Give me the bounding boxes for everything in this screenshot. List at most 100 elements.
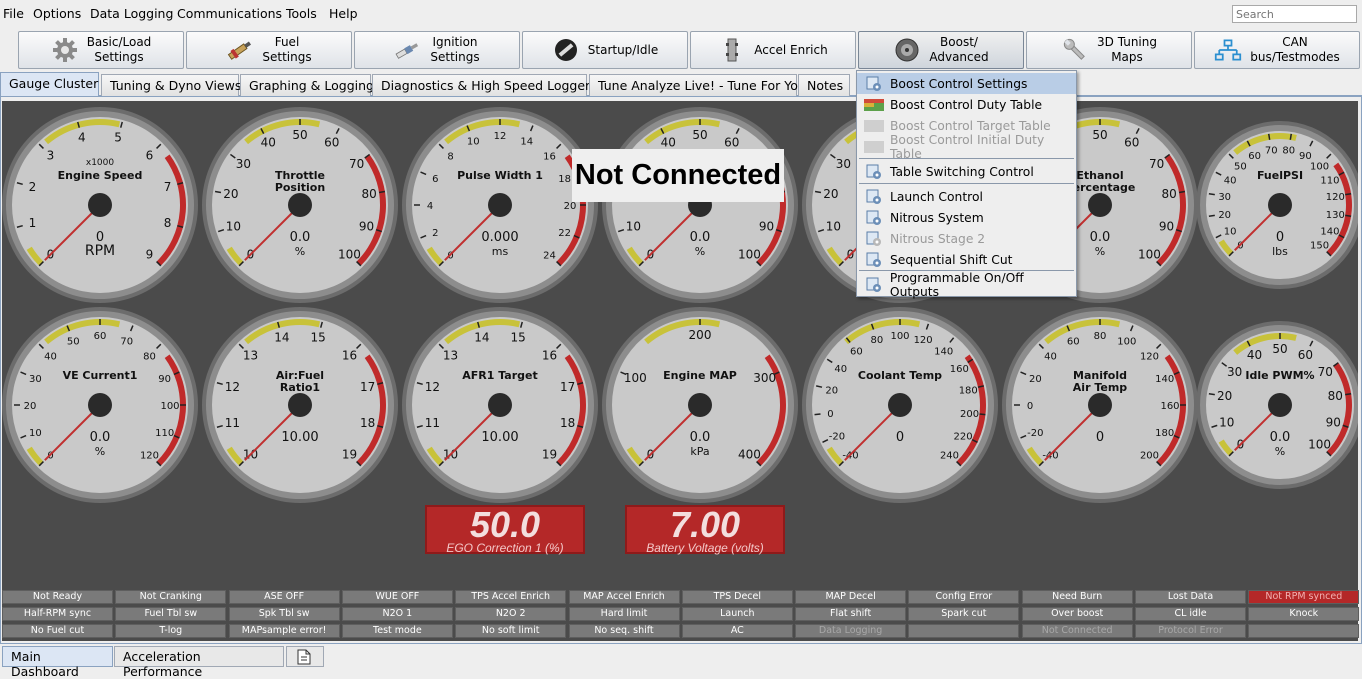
tab-acceleration-performance[interactable]: Acceleration Performance (114, 646, 284, 679)
gauge-tick-label: 120 (914, 335, 933, 346)
table-icon (864, 140, 884, 154)
new-tab-button[interactable] (286, 646, 324, 667)
status-indicator: MAP Accel Enrich (568, 590, 680, 604)
tab-main-dashboard[interactable]: Main Dashboard (2, 646, 113, 679)
gauge-tick-label: 240 (940, 450, 959, 461)
can-bus-testmodes-button[interactable]: CAN bus/Testmodes (1194, 31, 1360, 69)
gauge-tick-label: 0 (827, 409, 833, 420)
battery-voltage-value: 7.00 (669, 504, 741, 545)
startup-idle-button[interactable]: Startup/Idle (522, 31, 688, 69)
gauge-tick-label: 90 (759, 220, 774, 234)
toolbar-label-1: Ignition (432, 35, 478, 49)
gauge-value: 0 (1096, 430, 1104, 445)
gauge-hub (288, 193, 312, 217)
boost-menu-item[interactable]: Programmable On/Off Outputs (857, 271, 1076, 299)
status-indicator: Fuel Tbl sw (115, 607, 227, 621)
tab-tuning-dyno-views[interactable]: Tuning & Dyno Views (101, 74, 241, 96)
menu-communications[interactable]: Communications (177, 6, 282, 21)
basic-load-settings-button[interactable]: Basic/Load Settings (18, 31, 184, 69)
status-indicator: Lost Data (1135, 590, 1246, 604)
ignition-settings-button[interactable]: Ignition Settings (354, 31, 520, 69)
gauge-tick-label: 120 (140, 450, 159, 461)
toolbar-label-1: Fuel (274, 35, 300, 49)
tab-graphing-logging[interactable]: Graphing & Logging (240, 74, 374, 96)
gauge-tick-label: 40 (1224, 176, 1237, 187)
ego-correction-label: EGO Correction 1 (%) (446, 541, 564, 555)
status-indicator: CL idle (1135, 607, 1246, 621)
gauge: 0100200300400Engine MAP0.0kPa (602, 307, 798, 503)
gauge-tick-label: 60 (1124, 136, 1139, 150)
settings-icon (864, 76, 884, 91)
gauge-title: FuelPSI (1257, 169, 1303, 182)
gauge-tick-label: 200 (1140, 450, 1159, 461)
gauge: 0102030405060708090100Idle PWM%0.0% (1196, 321, 1358, 489)
gauge-unit: ms (492, 245, 509, 258)
boost-menu-item[interactable]: Sequential Shift Cut (857, 249, 1076, 270)
gauge-tick-label: 100 (1117, 336, 1136, 347)
settings-icon (864, 277, 884, 292)
toolbar-label-2: Maps (1111, 50, 1143, 64)
gauge-tick-label: 20 (825, 385, 838, 396)
gauge-tick-label: 140 (1155, 374, 1174, 385)
gauge-title: Engine Speed (58, 169, 143, 182)
menu-help[interactable]: Help (329, 6, 358, 21)
gauge-tick (1178, 190, 1186, 194)
gauge-title: VE Current1 (63, 369, 138, 382)
menu-options[interactable]: Options (33, 6, 81, 21)
gauge-tick-label: 160 (950, 364, 969, 375)
gauge-tick-label: 100 (160, 401, 179, 412)
gauge-tick-label: 130 (1326, 210, 1345, 221)
gauge-value: 0.0 (1090, 230, 1111, 245)
status-indicator: AC (681, 624, 793, 638)
tab-tune-analyze-live[interactable]: Tune Analyze Live! - Tune For You (589, 74, 806, 96)
toolbar-label-2: Advanced (929, 50, 989, 64)
boost-menu-item[interactable]: Launch Control (857, 186, 1076, 207)
toolbar-label-2: Settings (262, 50, 312, 64)
gauge-hub (288, 393, 312, 417)
gauge-tick-label: 22 (558, 228, 571, 239)
gauge-tick (378, 190, 386, 194)
gauge-tick-label: 60 (850, 346, 863, 357)
boost-menu-item[interactable]: Boost Control Settings (857, 73, 1076, 94)
boost-menu-label: Nitrous Stage 2 (890, 231, 986, 246)
boost-menu-item[interactable]: Boost Control Duty Table (857, 94, 1076, 115)
gauge-tick-label: 13 (443, 349, 458, 363)
gauge-tick-label: 10 (226, 220, 241, 234)
table-icon (864, 98, 884, 112)
battery-voltage-readout: 7.00 Battery Voltage (volts) (625, 505, 785, 554)
gauge-tick-label: 17 (560, 380, 575, 394)
gauge-tick-label: 2 (29, 180, 37, 194)
gauge-tick-label: 4 (427, 201, 433, 212)
gauge-tick (979, 413, 986, 416)
boost-advanced-button[interactable]: Boost/Advanced (858, 31, 1024, 69)
status-indicator: Hard limit (568, 607, 680, 621)
gauge-tick (214, 190, 222, 194)
gauge-tick (814, 190, 822, 194)
gauge-tick-label: 12 (225, 380, 240, 394)
tab-diagnostics[interactable]: Diagnostics & High Speed Loggers (372, 74, 597, 96)
gauge-tick-label: 100 (624, 371, 647, 385)
status-indicator: WUE OFF (341, 590, 453, 604)
3d-tuning-maps-button[interactable]: 3D Tuning Maps (1026, 31, 1192, 69)
search-input[interactable] (1232, 5, 1357, 23)
boost-menu-label: Boost Control Duty Table (890, 97, 1043, 112)
menu-data-logging[interactable]: Data Logging (90, 6, 173, 21)
boost-menu-item[interactable]: Nitrous System (857, 207, 1076, 228)
accel-enrich-button[interactable]: Accel Enrich (690, 31, 856, 69)
menu-tools[interactable]: Tools (286, 6, 317, 21)
gauge-tick-label: 300 (753, 371, 776, 385)
boost-menu-item[interactable]: Table Switching Control (857, 161, 1076, 182)
status-indicator: Config Error (908, 590, 1020, 604)
gauge-value: 0.000 (481, 230, 518, 245)
gauge-tick-label: 110 (155, 428, 174, 439)
boost-menu-item: Nitrous Stage 2 (857, 228, 1076, 249)
gauge-tick-label: 60 (324, 136, 339, 150)
menu-file[interactable]: File (3, 6, 24, 21)
tab-gauge-cluster[interactable]: Gauge Cluster (0, 72, 99, 96)
gauge-tick-label: 1 (29, 216, 37, 230)
gauge-tick-label: 100 (890, 331, 909, 342)
gauge-tick-label: 2 (432, 228, 438, 239)
fuel-settings-button[interactable]: Fuel Settings (186, 31, 352, 69)
tab-notes[interactable]: Notes (798, 74, 850, 96)
boost-menu-label: Table Switching Control (890, 164, 1034, 179)
